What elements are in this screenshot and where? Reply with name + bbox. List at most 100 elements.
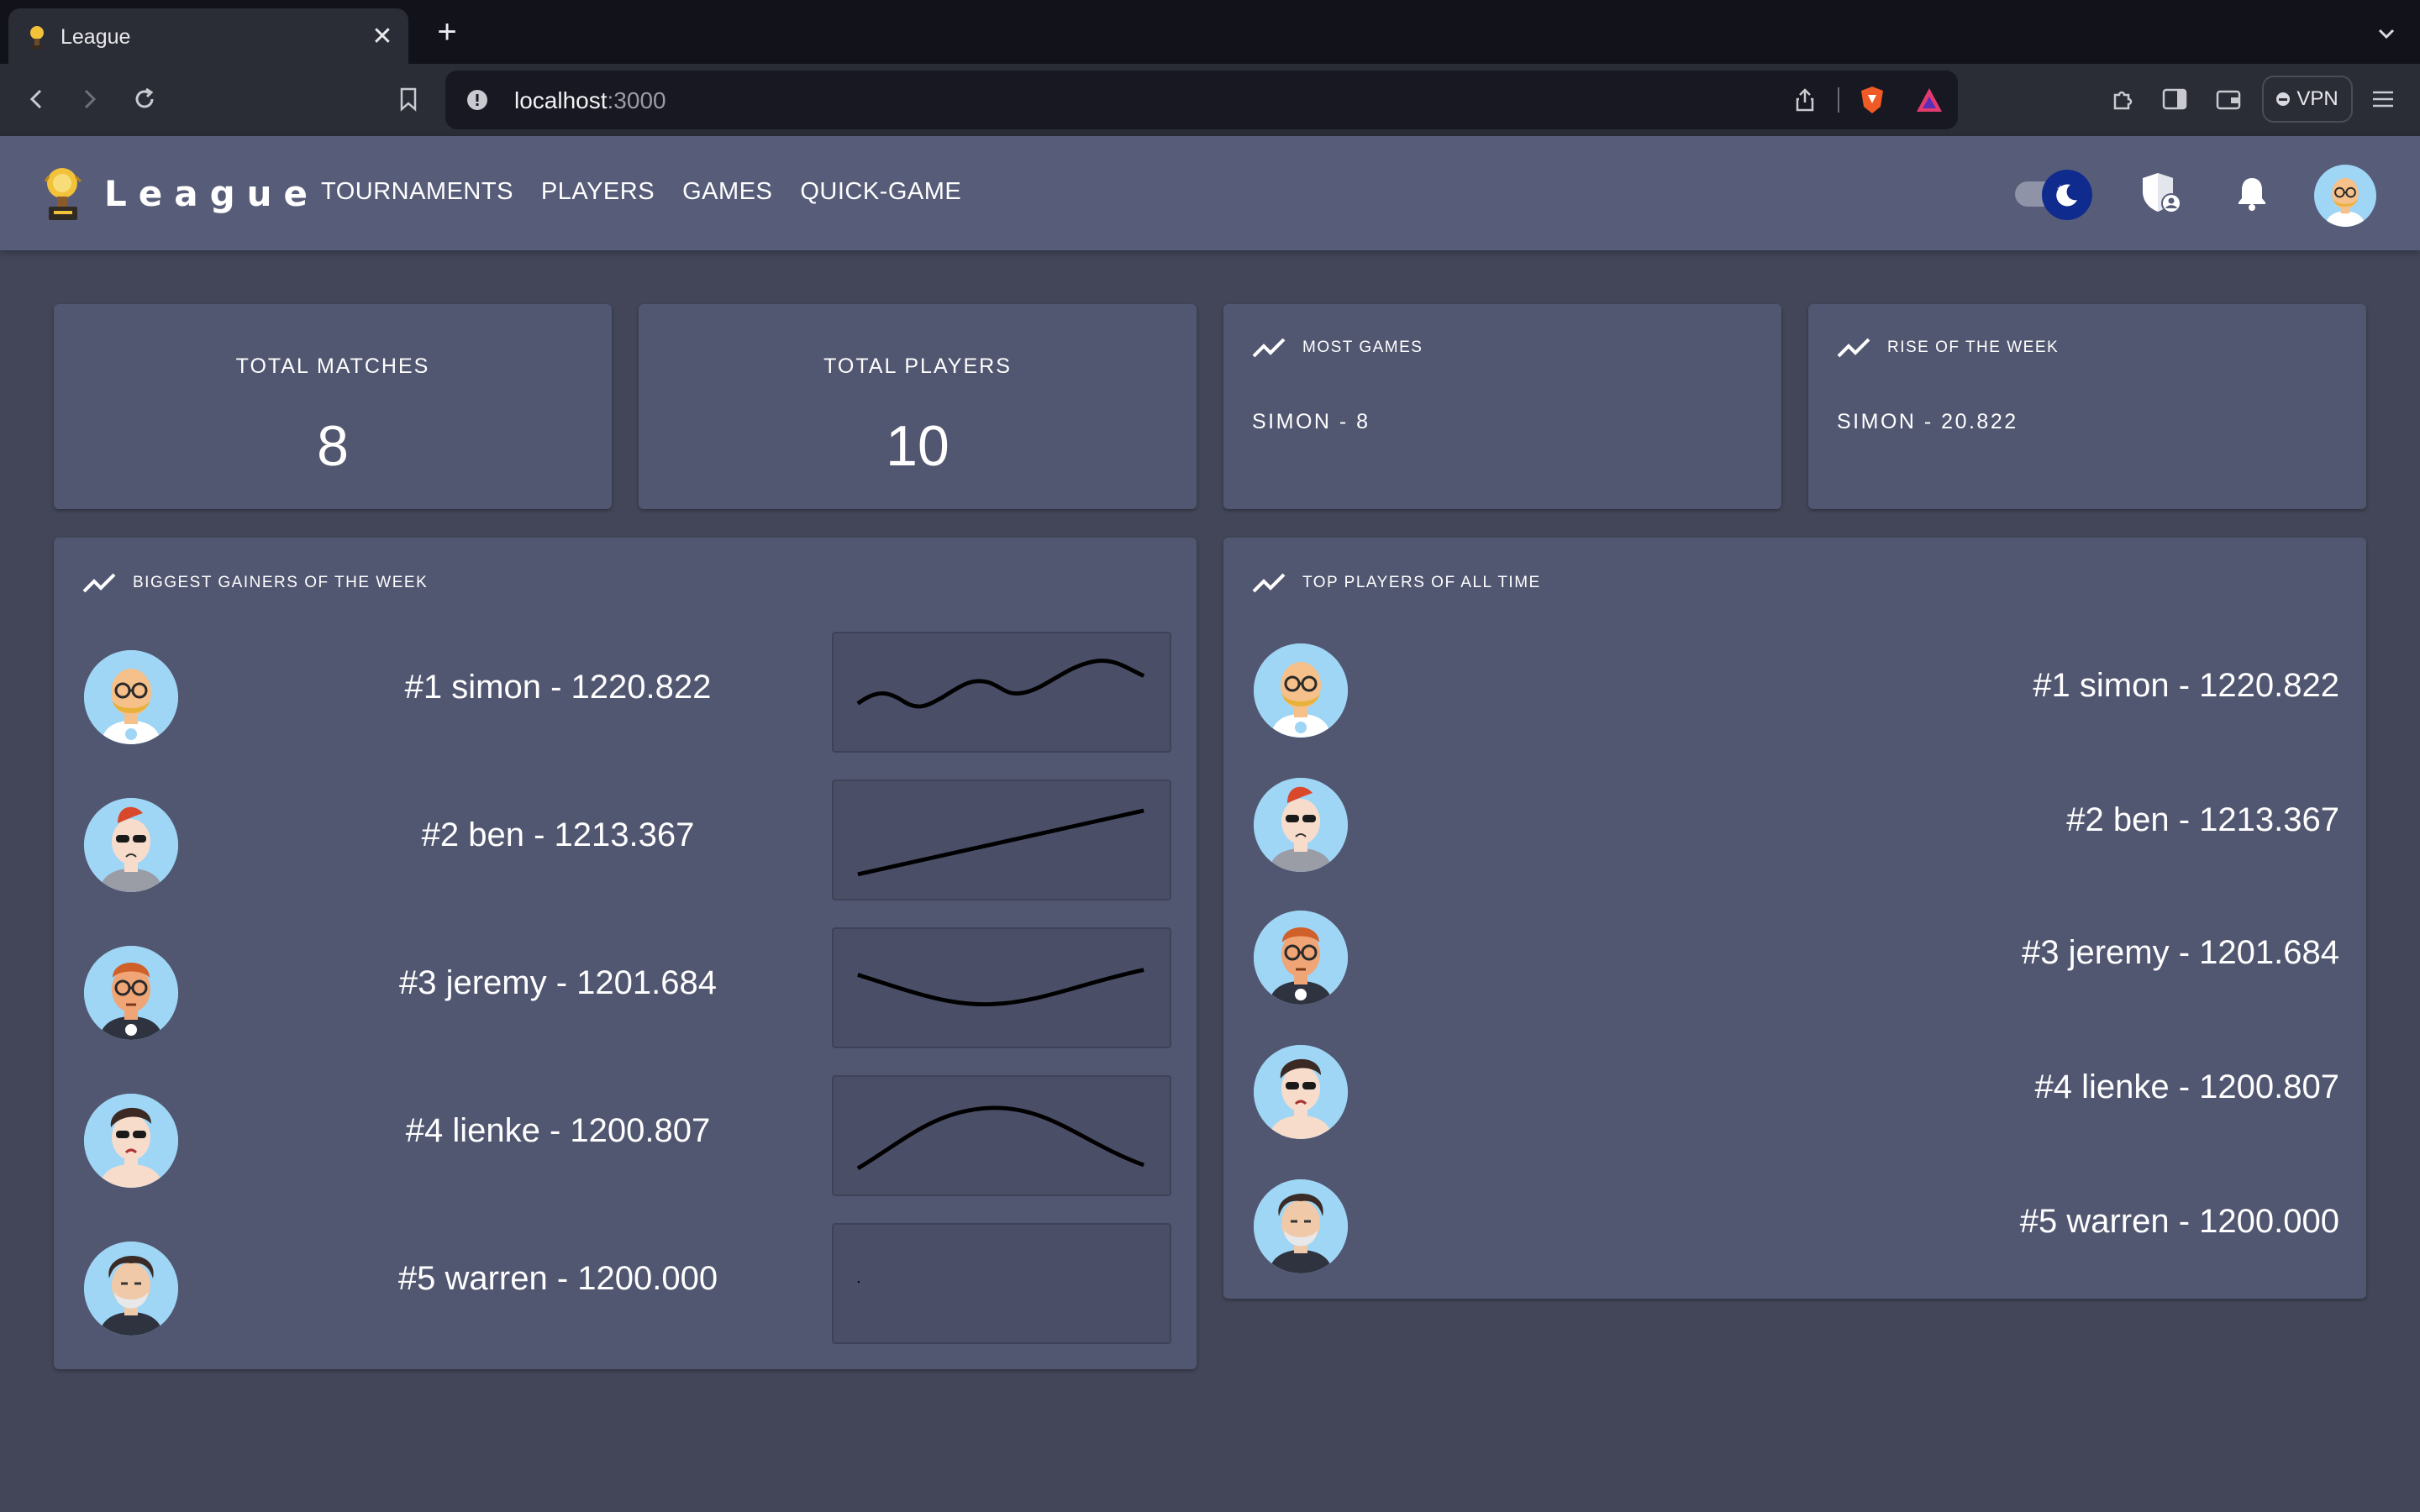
extensions-puzzle-icon[interactable] <box>2104 81 2141 118</box>
chevron-down-icon[interactable] <box>2375 22 2398 45</box>
rise-of-week-header: RISE OF THE WEEK <box>1837 336 2059 360</box>
main-nav: TOURNAMENTS PLAYERS GAMES QUICK-GAME <box>321 178 961 206</box>
gainer-row[interactable]: #4 lienke - 1200.807 <box>54 1075 1250 1210</box>
url-host: localhost <box>514 87 608 113</box>
gainer-text: #5 warren - 1200.000 <box>397 1260 718 1297</box>
brave-shield-icon[interactable] <box>1857 85 1887 115</box>
brand-name[interactable]: League <box>104 173 319 214</box>
gainer-text: #2 ben - 1213.367 <box>421 816 695 853</box>
brave-rewards-icon[interactable] <box>1914 85 1944 115</box>
share-icon[interactable] <box>1790 85 1820 115</box>
gainer-text: #4 lienke - 1200.807 <box>405 1112 711 1149</box>
total-players-card: TOTAL PLAYERS 10 <box>639 304 1197 509</box>
trending-up-icon <box>1252 573 1286 593</box>
trending-up-icon <box>1252 338 1286 358</box>
admin-shield-icon[interactable] <box>2138 170 2185 217</box>
player-avatar-lienke <box>84 1094 178 1188</box>
league-trophy-logo-icon[interactable] <box>42 165 89 222</box>
total-matches-card: TOTAL MATCHES 8 <box>54 304 612 509</box>
top-player-text: #4 lienke - 1200.807 <box>2034 1068 2340 1105</box>
forward-arrow-icon[interactable] <box>71 81 108 118</box>
player-avatar-simon <box>84 650 178 744</box>
top-player-text: #1 simon - 1220.822 <box>2033 667 2339 704</box>
player-avatar-lienke <box>1254 1045 1348 1139</box>
player-avatar-jeremy <box>84 946 178 1040</box>
biggest-gainers-card: BIGGEST GAINERS OF THE WEEK #1 simon - 1… <box>54 538 1197 1369</box>
new-tab-icon[interactable]: + <box>430 15 464 50</box>
nav-quick-game[interactable]: QUICK-GAME <box>800 178 961 206</box>
player-avatar-ben <box>1254 778 1348 872</box>
sparkline-ben <box>832 780 1171 900</box>
sidebar-toggle-icon[interactable] <box>2156 81 2193 118</box>
most-games-value: SIMON - 8 <box>1252 410 1370 433</box>
reload-icon[interactable] <box>126 81 163 118</box>
gainer-text: #1 simon - 1220.822 <box>404 669 712 706</box>
gainer-text: #3 jeremy - 1201.684 <box>398 964 717 1001</box>
top-player-text: #3 jeremy - 1201.684 <box>2021 934 2339 971</box>
biggest-gainers-header: BIGGEST GAINERS OF THE WEEK <box>82 571 428 595</box>
top-players-card: TOP PLAYERS OF ALL TIME #1 simon - 1220.… <box>1223 538 2366 1299</box>
top-player-row[interactable]: #2 ben - 1213.367 <box>1223 764 2366 899</box>
gainer-row[interactable]: #5 warren - 1200.000 <box>54 1223 1250 1357</box>
top-player-text: #5 warren - 1200.000 <box>2019 1203 2339 1240</box>
player-avatar-warren <box>84 1242 178 1336</box>
rise-of-week-value: SIMON - 20.822 <box>1837 410 2018 433</box>
wallet-icon[interactable] <box>2210 81 2247 118</box>
dark-mode-toggle[interactable] <box>2012 170 2096 220</box>
top-players-header: TOP PLAYERS OF ALL TIME <box>1252 571 1541 595</box>
gainer-row[interactable]: #3 jeremy - 1201.684 <box>54 927 1250 1062</box>
player-avatar-jeremy <box>1254 911 1348 1005</box>
sparkline-lienke <box>832 1075 1171 1196</box>
site-info-icon[interactable] <box>466 88 489 112</box>
biggest-gainers-title: BIGGEST GAINERS OF THE WEEK <box>133 574 429 591</box>
most-games-title: MOST GAMES <box>1302 339 1423 356</box>
total-matches-label: TOTAL MATCHES <box>235 354 430 378</box>
browser-toolbar: localhost:3000 VPN <box>0 64 2420 136</box>
sparkline-simon <box>832 632 1171 753</box>
trending-up-icon <box>1837 338 1870 358</box>
player-avatar-ben <box>84 798 178 892</box>
rise-of-week-card: RISE OF THE WEEK SIMON - 20.822 <box>1808 304 2366 509</box>
close-tab-icon[interactable]: ✕ <box>366 20 398 52</box>
total-players-value: 10 <box>886 414 950 478</box>
most-games-header: MOST GAMES <box>1252 336 1423 360</box>
url-separator <box>1838 87 1839 113</box>
bookmark-icon[interactable] <box>390 81 427 118</box>
trending-up-icon <box>82 573 116 593</box>
player-avatar-simon <box>1254 643 1348 738</box>
top-player-row[interactable]: #3 jeremy - 1201.684 <box>1223 897 2366 1032</box>
url-port: :3000 <box>607 87 666 113</box>
rise-of-week-title: RISE OF THE WEEK <box>1887 339 2060 356</box>
total-players-label: TOTAL PLAYERS <box>823 354 1012 378</box>
top-player-row[interactable]: #5 warren - 1200.000 <box>1223 1166 2366 1300</box>
sparkline-warren <box>832 1223 1171 1344</box>
vpn-button[interactable]: VPN <box>2262 76 2353 123</box>
nav-tournaments[interactable]: TOURNAMENTS <box>321 178 513 206</box>
moon-icon <box>2042 170 2092 220</box>
url-text: localhost:3000 <box>514 87 666 114</box>
top-players-title: TOP PLAYERS OF ALL TIME <box>1302 574 1541 591</box>
browser-tabstrip: League ✕ + <box>0 0 2420 64</box>
vpn-label: VPN <box>2296 87 2338 110</box>
tab-title: League <box>60 25 131 49</box>
user-avatar[interactable] <box>2314 165 2376 227</box>
hamburger-menu-icon[interactable] <box>2365 81 2402 118</box>
browser-tab[interactable]: League ✕ <box>8 8 408 64</box>
notifications-bell-icon[interactable] <box>2228 170 2275 217</box>
nav-players[interactable]: PLAYERS <box>541 178 655 206</box>
league-favicon-icon <box>30 26 44 49</box>
address-bar[interactable]: localhost:3000 <box>445 71 1958 129</box>
most-games-card: MOST GAMES SIMON - 8 <box>1223 304 1781 509</box>
top-player-text: #2 ben - 1213.367 <box>2066 801 2339 838</box>
vpn-status-icon <box>2276 92 2291 106</box>
sparkline-jeremy <box>832 927 1171 1048</box>
gainer-row[interactable]: #2 ben - 1213.367 <box>54 780 1250 914</box>
nav-games[interactable]: GAMES <box>682 178 772 206</box>
top-player-row[interactable]: #1 simon - 1220.822 <box>1223 630 2366 764</box>
app-header: League TOURNAMENTS PLAYERS GAMES QUICK-G… <box>0 136 2420 250</box>
player-avatar-warren <box>1254 1179 1348 1273</box>
total-matches-value: 8 <box>317 414 349 478</box>
back-arrow-icon[interactable] <box>18 81 55 118</box>
top-player-row[interactable]: #4 lienke - 1200.807 <box>1223 1032 2366 1166</box>
gainer-row[interactable]: #1 simon - 1220.822 <box>54 632 1250 766</box>
